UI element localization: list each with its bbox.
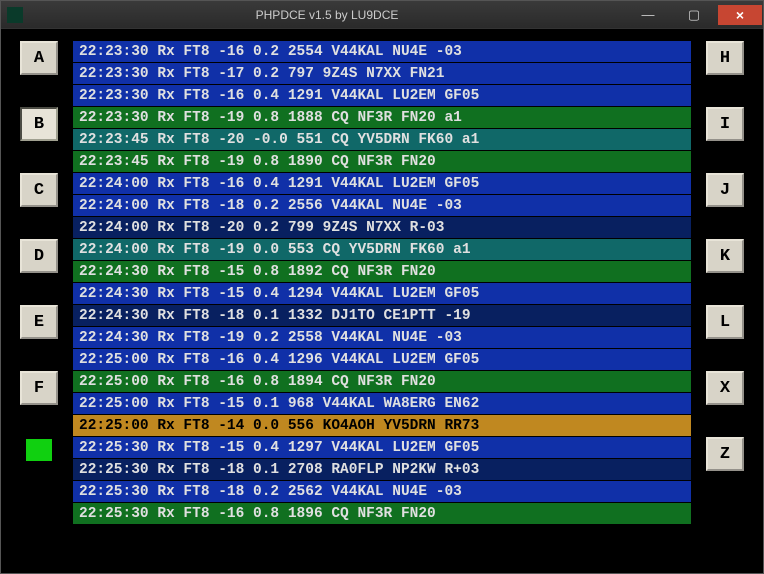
decode-row[interactable]: 22:24:00 Rx FT8 -18 0.2 2556 V44KAL NU4E… bbox=[73, 195, 691, 217]
decode-row[interactable]: 22:23:30 Rx FT8 -16 0.2 2554 V44KAL NU4E… bbox=[73, 41, 691, 63]
decode-log[interactable]: 22:23:30 Rx FT8 -16 0.2 2554 V44KAL NU4E… bbox=[69, 41, 695, 561]
decode-row[interactable]: 22:25:30 Rx FT8 -18 0.1 2708 RA0FLP NP2K… bbox=[73, 459, 691, 481]
right-button-column: HIJKLXZ bbox=[695, 41, 755, 561]
status-indicator bbox=[26, 439, 52, 461]
content-area: ABCDEF 22:23:30 Rx FT8 -16 0.2 2554 V44K… bbox=[1, 29, 763, 573]
decode-row[interactable]: 22:23:30 Rx FT8 -16 0.4 1291 V44KAL LU2E… bbox=[73, 85, 691, 107]
maximize-button[interactable]: ▢ bbox=[672, 5, 716, 25]
decode-row[interactable]: 22:25:30 Rx FT8 -15 0.4 1297 V44KAL LU2E… bbox=[73, 437, 691, 459]
decode-row[interactable]: 22:25:00 Rx FT8 -16 0.4 1296 V44KAL LU2E… bbox=[73, 349, 691, 371]
decode-row[interactable]: 22:25:30 Rx FT8 -16 0.8 1896 CQ NF3R FN2… bbox=[73, 503, 691, 525]
decode-row[interactable]: 22:23:45 Rx FT8 -20 -0.0 551 CQ YV5DRN F… bbox=[73, 129, 691, 151]
decode-row[interactable]: 22:24:30 Rx FT8 -15 0.4 1294 V44KAL LU2E… bbox=[73, 283, 691, 305]
app-icon bbox=[7, 7, 23, 23]
close-button[interactable]: × bbox=[718, 5, 762, 25]
side-button-z[interactable]: Z bbox=[706, 437, 744, 471]
side-button-a[interactable]: A bbox=[20, 41, 58, 75]
decode-row[interactable]: 22:23:45 Rx FT8 -19 0.8 1890 CQ NF3R FN2… bbox=[73, 151, 691, 173]
side-button-j[interactable]: J bbox=[706, 173, 744, 207]
decode-row[interactable]: 22:23:30 Rx FT8 -17 0.2 797 9Z4S N7XX FN… bbox=[73, 63, 691, 85]
side-button-d[interactable]: D bbox=[20, 239, 58, 273]
left-button-column: ABCDEF bbox=[9, 41, 69, 561]
decode-row[interactable]: 22:25:00 Rx FT8 -14 0.0 556 KO4AOH YV5DR… bbox=[73, 415, 691, 437]
decode-row[interactable]: 22:25:00 Rx FT8 -15 0.1 968 V44KAL WA8ER… bbox=[73, 393, 691, 415]
decode-row[interactable]: 22:24:30 Rx FT8 -18 0.1 1332 DJ1TO CE1PT… bbox=[73, 305, 691, 327]
side-button-e[interactable]: E bbox=[20, 305, 58, 339]
app-window: PHPDCE v1.5 by LU9DCE — ▢ × ABCDEF 22:23… bbox=[0, 0, 764, 574]
decode-row[interactable]: 22:24:00 Rx FT8 -16 0.4 1291 V44KAL LU2E… bbox=[73, 173, 691, 195]
decode-row[interactable]: 22:23:30 Rx FT8 -19 0.8 1888 CQ NF3R FN2… bbox=[73, 107, 691, 129]
decode-row[interactable]: 22:24:00 Rx FT8 -20 0.2 799 9Z4S N7XX R-… bbox=[73, 217, 691, 239]
side-button-l[interactable]: L bbox=[706, 305, 744, 339]
decode-row[interactable]: 22:24:30 Rx FT8 -19 0.2 2558 V44KAL NU4E… bbox=[73, 327, 691, 349]
side-button-b[interactable]: B bbox=[20, 107, 58, 141]
decode-row[interactable]: 22:24:00 Rx FT8 -19 0.0 553 CQ YV5DRN FK… bbox=[73, 239, 691, 261]
decode-row[interactable]: 22:24:30 Rx FT8 -15 0.8 1892 CQ NF3R FN2… bbox=[73, 261, 691, 283]
side-button-f[interactable]: F bbox=[20, 371, 58, 405]
decode-row[interactable]: 22:25:30 Rx FT8 -18 0.2 2562 V44KAL NU4E… bbox=[73, 481, 691, 503]
window-title: PHPDCE v1.5 by LU9DCE bbox=[29, 8, 625, 22]
side-button-h[interactable]: H bbox=[706, 41, 744, 75]
side-button-x[interactable]: X bbox=[706, 371, 744, 405]
decode-row[interactable]: 22:25:00 Rx FT8 -16 0.8 1894 CQ NF3R FN2… bbox=[73, 371, 691, 393]
window-controls: — ▢ × bbox=[625, 3, 763, 27]
side-button-i[interactable]: I bbox=[706, 107, 744, 141]
side-button-k[interactable]: K bbox=[706, 239, 744, 273]
minimize-button[interactable]: — bbox=[626, 5, 670, 25]
titlebar[interactable]: PHPDCE v1.5 by LU9DCE — ▢ × bbox=[1, 1, 763, 29]
side-button-c[interactable]: C bbox=[20, 173, 58, 207]
